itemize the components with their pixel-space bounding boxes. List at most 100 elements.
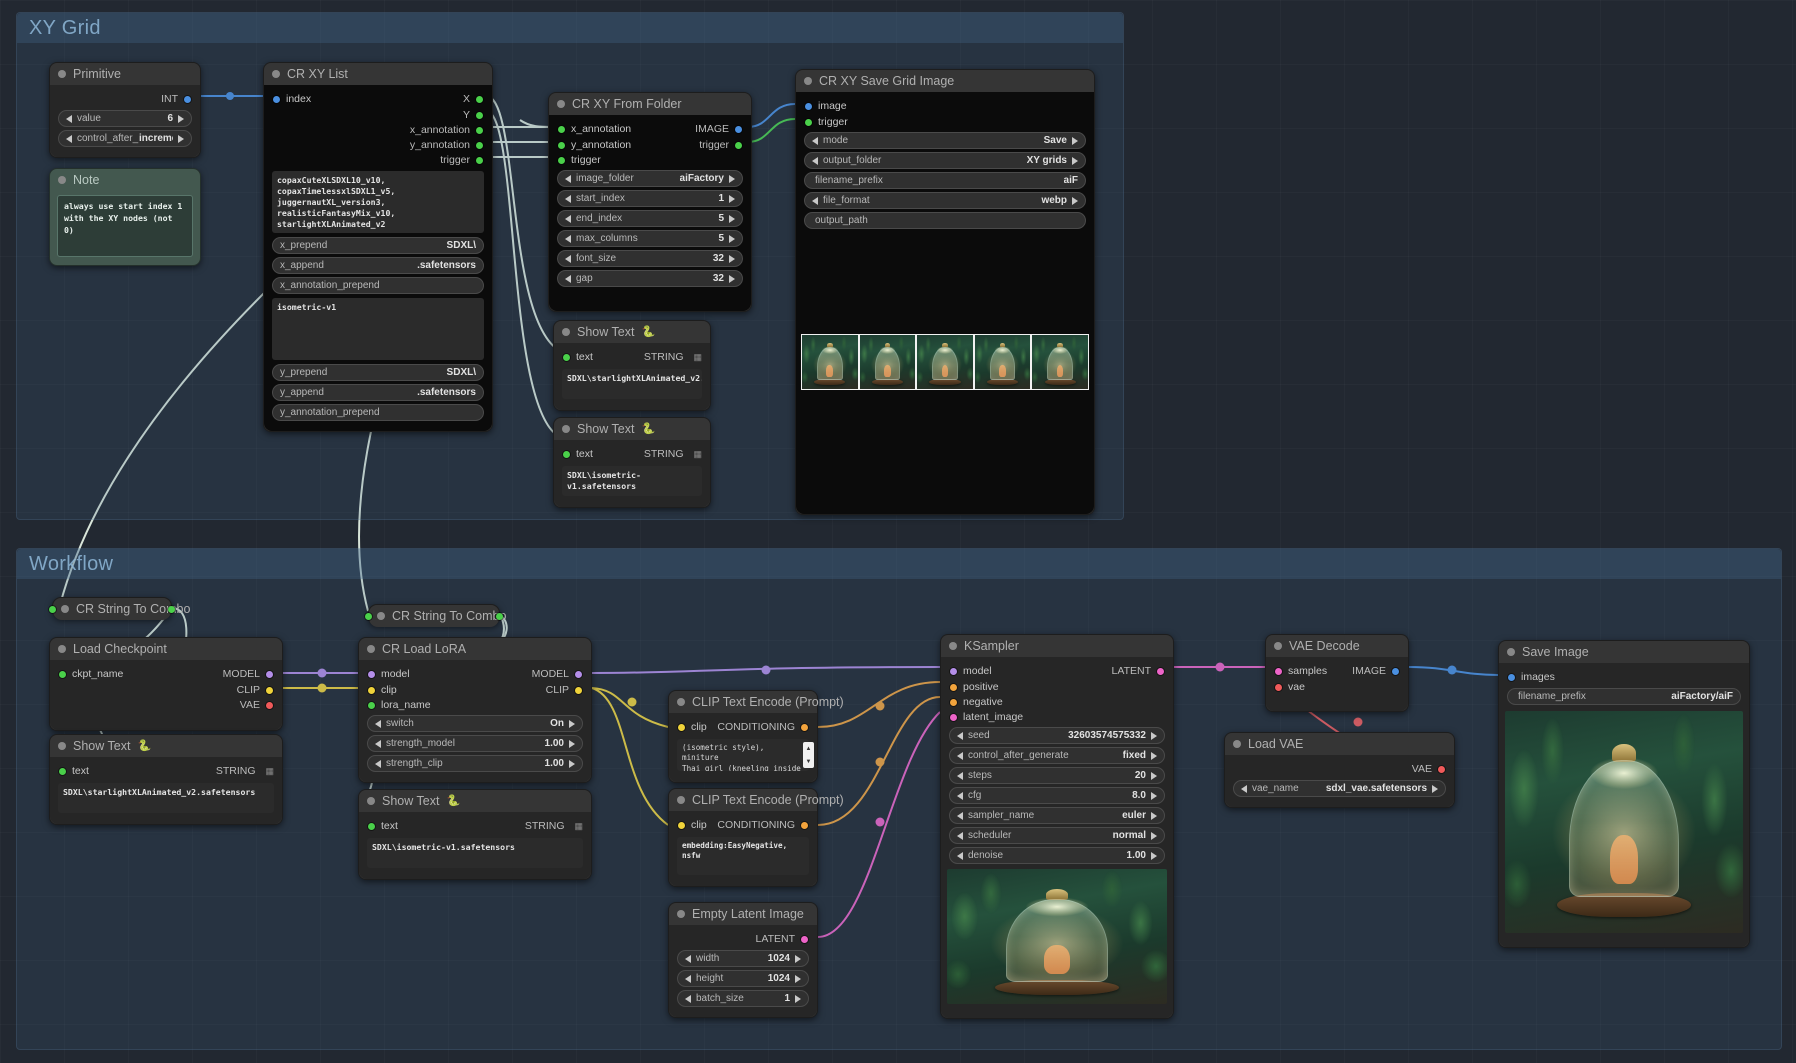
widget-sampler-name[interactable]: sampler_name euler	[949, 807, 1165, 824]
output-dot-model[interactable]	[575, 670, 582, 678]
node-cr-xy-save-grid-header[interactable]: CR XY Save Grid Image	[796, 70, 1094, 92]
node-show-text-2[interactable]: Show Text 🐍 text STRING ▦ SDXL\isometric…	[553, 417, 711, 508]
widget-control-after-generate[interactable]: control_after_ increment	[58, 130, 192, 147]
input-dot-model[interactable]	[950, 667, 957, 675]
decrement-icon[interactable]	[375, 759, 381, 768]
prev-icon[interactable]	[812, 156, 818, 165]
node-ksampler-header[interactable]: KSampler	[941, 635, 1173, 657]
decrement-icon[interactable]	[685, 994, 691, 1003]
input-dot-y-annotation[interactable]	[558, 141, 565, 149]
collapse-icon[interactable]	[61, 605, 69, 613]
grid-preview-cell[interactable]	[917, 335, 973, 389]
collapse-icon[interactable]	[377, 612, 385, 620]
input-dot-text[interactable]	[563, 450, 570, 458]
collapse-icon[interactable]	[949, 642, 957, 650]
prev-icon[interactable]	[957, 751, 963, 760]
input-dot-text[interactable]	[368, 822, 375, 830]
widget-x-append[interactable]: x_append .safetensors	[272, 257, 484, 274]
prev-icon[interactable]	[812, 136, 818, 145]
collapse-icon[interactable]	[1233, 740, 1241, 748]
input-dot-clip[interactable]	[678, 723, 685, 731]
increment-icon[interactable]	[1151, 731, 1157, 740]
input-dot-index[interactable]	[273, 95, 280, 103]
widget-mode[interactable]: mode Save	[804, 132, 1086, 149]
prev-icon[interactable]	[957, 831, 963, 840]
input-dot-model[interactable]	[368, 670, 375, 678]
input-dot-text[interactable]	[563, 353, 570, 361]
next-icon[interactable]	[1072, 196, 1078, 205]
increment-icon[interactable]	[1151, 791, 1157, 800]
node-empty-latent-header[interactable]: Empty Latent Image	[669, 903, 817, 925]
widget-strength-clip[interactable]: strength_clip 1.00	[367, 755, 583, 772]
output-dot-x[interactable]	[476, 95, 483, 103]
widget-denoise[interactable]: denoise 1.00	[949, 847, 1165, 864]
collapse-icon[interactable]	[367, 645, 375, 653]
increment-icon[interactable]	[1151, 771, 1157, 780]
output-dot-conditioning[interactable]	[801, 723, 808, 731]
next-icon[interactable]	[1072, 156, 1078, 165]
output-dot-clip[interactable]	[575, 686, 582, 694]
input-dot-images[interactable]	[1508, 673, 1515, 681]
output-dot-y[interactable]	[476, 111, 483, 119]
widget-scheduler[interactable]: scheduler normal	[949, 827, 1165, 844]
prev-icon[interactable]	[375, 719, 381, 728]
show-text-value[interactable]: SDXL\starlightXLAnimated_v2.safetensors	[562, 369, 702, 399]
decrement-icon[interactable]	[565, 234, 571, 243]
input-dot-latent-image[interactable]	[950, 713, 957, 721]
grid-preview-strip[interactable]	[801, 334, 1089, 390]
node-show-text-4[interactable]: Show Text 🐍 text STRING ▦ SDXL\isometric…	[358, 789, 592, 880]
increment-icon[interactable]	[729, 194, 735, 203]
widget-control-after-generate[interactable]: control_after_generate fixed	[949, 747, 1165, 764]
widget-filename-prefix[interactable]: filename_prefix aiFactory/aiF	[1507, 688, 1741, 705]
collapse-icon[interactable]	[58, 742, 66, 750]
next-icon[interactable]	[729, 174, 735, 183]
widget-file-format[interactable]: file_format webp	[804, 192, 1086, 209]
widget-font-size[interactable]: font_size 32	[557, 250, 743, 267]
node-cr-xy-save-grid-image[interactable]: CR XY Save Grid Image image trigger mode…	[795, 69, 1095, 515]
node-save-image[interactable]: Save Image images filename_prefix aiFact…	[1498, 640, 1750, 948]
input-dot-x-annotation[interactable]	[558, 125, 565, 133]
comfyui-canvas[interactable]: XY Grid Workflow Primitive INT value 6 c…	[0, 0, 1796, 1063]
decrement-icon[interactable]	[957, 731, 963, 740]
output-dot-latent[interactable]	[801, 935, 808, 943]
node-cr-xy-from-folder[interactable]: CR XY From Folder x_annotation IMAGE y_a…	[548, 92, 752, 312]
node-show-text-2-header[interactable]: Show Text 🐍	[554, 418, 710, 440]
node-cr-load-lora-header[interactable]: CR Load LoRA	[359, 638, 591, 660]
output-dot-trigger[interactable]	[735, 141, 742, 149]
widget-cfg[interactable]: cfg 8.0	[949, 787, 1165, 804]
increment-icon[interactable]	[729, 254, 735, 263]
prev-icon[interactable]	[812, 196, 818, 205]
show-text-value[interactable]: SDXL\starlightXLAnimated_v2.safetensors	[58, 783, 274, 813]
node-cr-xy-from-folder-header[interactable]: CR XY From Folder	[549, 93, 751, 115]
node-show-text-3-header[interactable]: Show Text 🐍	[50, 735, 282, 757]
collapse-icon[interactable]	[58, 70, 66, 78]
widget-value[interactable]: value 6	[58, 110, 192, 127]
node-note[interactable]: Note always use start index 1 with the X…	[49, 168, 201, 266]
collapse-icon[interactable]	[367, 797, 375, 805]
increment-icon[interactable]	[178, 134, 184, 143]
widget-output-path[interactable]: output_path	[804, 212, 1086, 229]
collapse-icon[interactable]	[557, 100, 565, 108]
widget-filename-prefix[interactable]: filename_prefix aiF	[804, 172, 1086, 189]
next-icon[interactable]	[1151, 831, 1157, 840]
widget-y-annotation-prepend[interactable]: y_annotation_prepend	[272, 404, 484, 421]
decrement-icon[interactable]	[565, 194, 571, 203]
prev-icon[interactable]	[957, 811, 963, 820]
widget-width[interactable]: width 1024	[677, 950, 809, 967]
prompt-textarea[interactable]: embedding:EasyNegative, nsfw	[677, 837, 809, 875]
node-vae-decode[interactable]: VAE Decode samples IMAGE vae	[1265, 634, 1409, 712]
textarea-scrollbar[interactable]: ▲ ▼	[803, 742, 814, 768]
output-dot-y-annotation[interactable]	[476, 141, 483, 149]
widget-height[interactable]: height 1024	[677, 970, 809, 987]
output-dot-conditioning[interactable]	[801, 821, 808, 829]
output-dot-image[interactable]	[735, 125, 742, 133]
node-cr-string-to-combo-1-header[interactable]: CR String To Combo	[53, 598, 190, 620]
widget-output-folder[interactable]: output_folder XY grids	[804, 152, 1086, 169]
node-show-text-3[interactable]: Show Text 🐍 text STRING ▦ SDXL\starlight…	[49, 734, 283, 825]
node-load-checkpoint[interactable]: Load Checkpoint ckpt_name MODEL CLIP VAE	[49, 637, 283, 731]
show-text-value[interactable]: SDXL\isometric-v1.safetensors	[367, 838, 583, 868]
x-values-textarea[interactable]: copaxCuteXLSDXL10_v10, copaxTimelessxlSD…	[272, 171, 484, 233]
output-dot-combo[interactable]	[168, 606, 175, 613]
output-dot-vae[interactable]	[266, 701, 273, 709]
node-cr-xy-list-header[interactable]: CR XY List	[264, 63, 492, 85]
